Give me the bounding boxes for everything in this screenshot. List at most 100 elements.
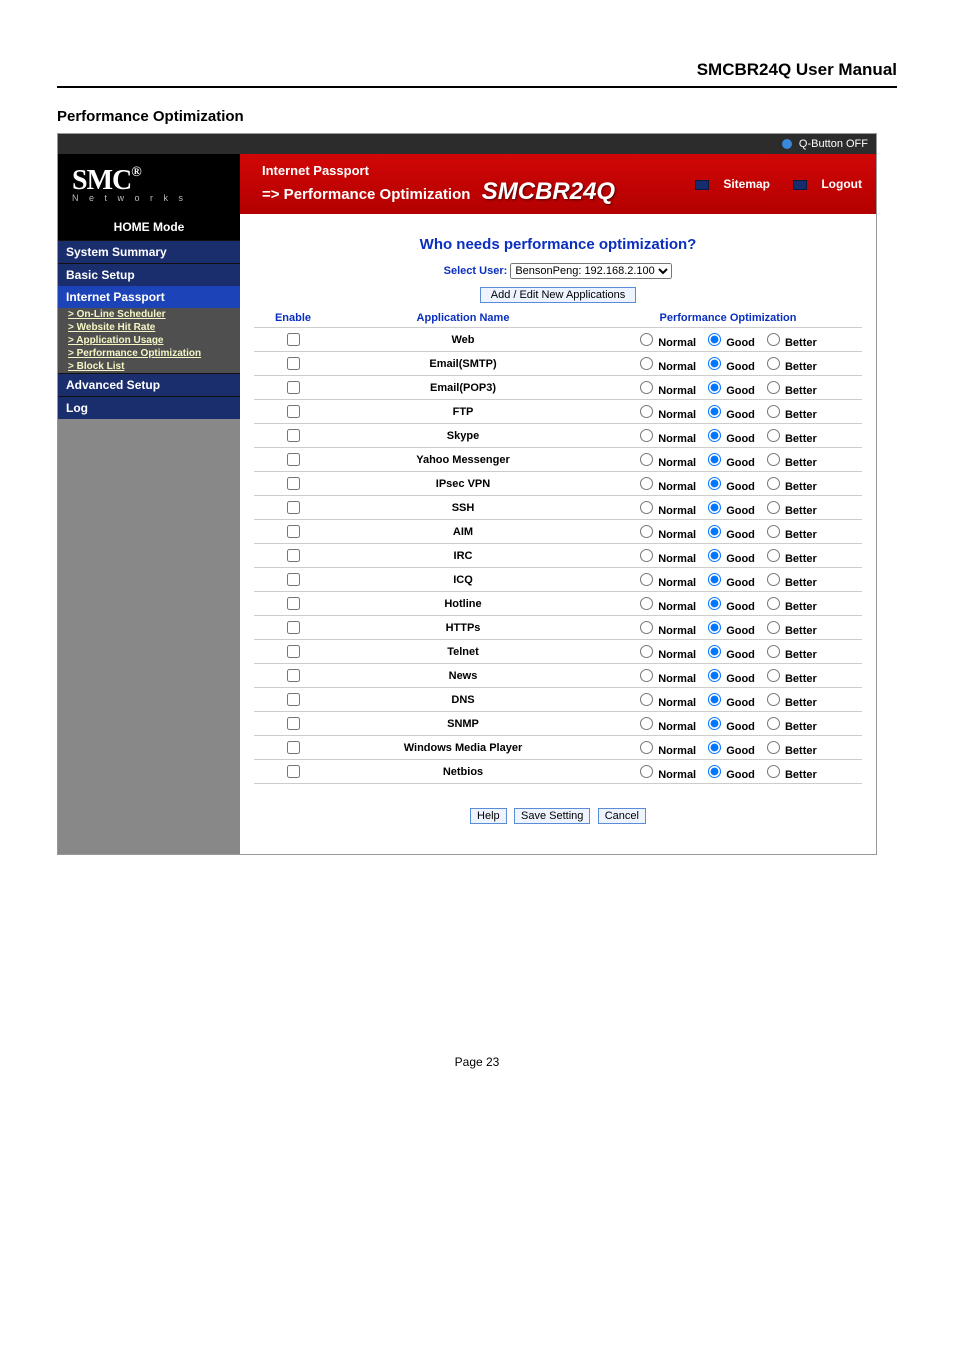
opt-good-radio[interactable]: [708, 333, 721, 346]
nav-sub-website-hit-rate[interactable]: > Website Hit Rate: [58, 321, 240, 334]
opt-better-radio[interactable]: [767, 717, 780, 730]
table-row: DNSNormal Good Better: [254, 688, 862, 712]
enable-checkbox[interactable]: [287, 765, 300, 778]
opt-normal-radio[interactable]: [640, 525, 653, 538]
opt-normal-label: Normal: [658, 409, 696, 421]
enable-checkbox[interactable]: [287, 525, 300, 538]
nav-home-mode[interactable]: HOME Mode: [58, 214, 240, 240]
opt-better-radio[interactable]: [767, 573, 780, 586]
enable-checkbox[interactable]: [287, 645, 300, 658]
enable-checkbox[interactable]: [287, 717, 300, 730]
opt-better-radio[interactable]: [767, 549, 780, 562]
nav-system-summary[interactable]: System Summary: [58, 240, 240, 263]
opt-better-radio[interactable]: [767, 477, 780, 490]
enable-checkbox[interactable]: [287, 357, 300, 370]
opt-good-radio[interactable]: [708, 549, 721, 562]
enable-checkbox[interactable]: [287, 405, 300, 418]
opt-good-label: Good: [726, 529, 755, 541]
opt-good-radio[interactable]: [708, 453, 721, 466]
opt-good-radio[interactable]: [708, 525, 721, 538]
opt-better-radio[interactable]: [767, 597, 780, 610]
opt-good-radio[interactable]: [708, 693, 721, 706]
enable-checkbox[interactable]: [287, 429, 300, 442]
opt-better-radio[interactable]: [767, 765, 780, 778]
opt-better-radio[interactable]: [767, 357, 780, 370]
enable-checkbox[interactable]: [287, 549, 300, 562]
opt-normal-radio[interactable]: [640, 573, 653, 586]
opt-good-radio[interactable]: [708, 765, 721, 778]
opt-good-radio[interactable]: [708, 669, 721, 682]
opt-good-radio[interactable]: [708, 357, 721, 370]
opt-normal-radio[interactable]: [640, 765, 653, 778]
opt-better-radio[interactable]: [767, 501, 780, 514]
opt-better-radio[interactable]: [767, 453, 780, 466]
save-setting-button[interactable]: Save Setting: [514, 808, 590, 824]
opt-better-radio[interactable]: [767, 741, 780, 754]
opt-good-radio[interactable]: [708, 501, 721, 514]
opt-good-radio[interactable]: [708, 429, 721, 442]
enable-checkbox[interactable]: [287, 621, 300, 634]
opt-good-radio[interactable]: [708, 381, 721, 394]
opt-normal-radio[interactable]: [640, 621, 653, 634]
opt-good-radio[interactable]: [708, 645, 721, 658]
help-button[interactable]: Help: [470, 808, 507, 824]
opt-normal-radio[interactable]: [640, 477, 653, 490]
opt-good-radio[interactable]: [708, 741, 721, 754]
opt-good-radio[interactable]: [708, 405, 721, 418]
opt-normal-radio[interactable]: [640, 741, 653, 754]
nav-sub-performance-optimization[interactable]: > Performance Optimization: [58, 347, 240, 360]
opt-better-radio[interactable]: [767, 669, 780, 682]
enable-checkbox[interactable]: [287, 453, 300, 466]
opt-normal-radio[interactable]: [640, 429, 653, 442]
nav-sub-block-list[interactable]: > Block List: [58, 360, 240, 373]
enable-checkbox[interactable]: [287, 741, 300, 754]
opt-better-radio[interactable]: [767, 381, 780, 394]
opt-better-radio[interactable]: [767, 333, 780, 346]
opt-better-radio[interactable]: [767, 645, 780, 658]
opt-normal-radio[interactable]: [640, 405, 653, 418]
opt-normal-radio[interactable]: [640, 717, 653, 730]
nav-internet-passport[interactable]: Internet Passport: [58, 286, 240, 308]
nav-basic-setup[interactable]: Basic Setup: [58, 263, 240, 286]
opt-better-radio[interactable]: [767, 693, 780, 706]
opt-better-radio[interactable]: [767, 621, 780, 634]
opt-good-radio[interactable]: [708, 717, 721, 730]
opt-normal-radio[interactable]: [640, 333, 653, 346]
enable-checkbox[interactable]: [287, 693, 300, 706]
enable-checkbox[interactable]: [287, 573, 300, 586]
opt-normal-radio[interactable]: [640, 693, 653, 706]
nav-log[interactable]: Log: [58, 396, 240, 419]
q-button-icon[interactable]: [782, 139, 792, 149]
enable-checkbox[interactable]: [287, 333, 300, 346]
opt-normal-radio[interactable]: [640, 453, 653, 466]
enable-checkbox[interactable]: [287, 381, 300, 394]
opt-good-radio[interactable]: [708, 573, 721, 586]
logout-link[interactable]: Logout: [783, 177, 862, 191]
opt-normal-radio[interactable]: [640, 549, 653, 562]
app-name-cell: ICQ: [332, 568, 594, 592]
opt-better-label: Better: [785, 385, 817, 397]
opt-better-radio[interactable]: [767, 429, 780, 442]
opt-normal-radio[interactable]: [640, 669, 653, 682]
enable-checkbox[interactable]: [287, 477, 300, 490]
opt-better-radio[interactable]: [767, 525, 780, 538]
nav-sub-application-usage[interactable]: > Application Usage: [58, 334, 240, 347]
opt-better-radio[interactable]: [767, 405, 780, 418]
enable-checkbox[interactable]: [287, 597, 300, 610]
enable-checkbox[interactable]: [287, 501, 300, 514]
sitemap-link[interactable]: Sitemap: [685, 177, 770, 191]
opt-normal-radio[interactable]: [640, 597, 653, 610]
opt-good-radio[interactable]: [708, 621, 721, 634]
opt-normal-radio[interactable]: [640, 645, 653, 658]
opt-normal-radio[interactable]: [640, 357, 653, 370]
add-edit-applications-button[interactable]: Add / Edit New Applications: [480, 287, 637, 303]
opt-good-radio[interactable]: [708, 477, 721, 490]
opt-good-radio[interactable]: [708, 597, 721, 610]
opt-normal-radio[interactable]: [640, 381, 653, 394]
opt-normal-radio[interactable]: [640, 501, 653, 514]
enable-checkbox[interactable]: [287, 669, 300, 682]
nav-sub-online-scheduler[interactable]: > On-Line Scheduler: [58, 308, 240, 321]
select-user-dropdown[interactable]: BensonPeng: 192.168.2.100: [510, 263, 672, 279]
nav-advanced-setup[interactable]: Advanced Setup: [58, 373, 240, 396]
cancel-button[interactable]: Cancel: [598, 808, 646, 824]
